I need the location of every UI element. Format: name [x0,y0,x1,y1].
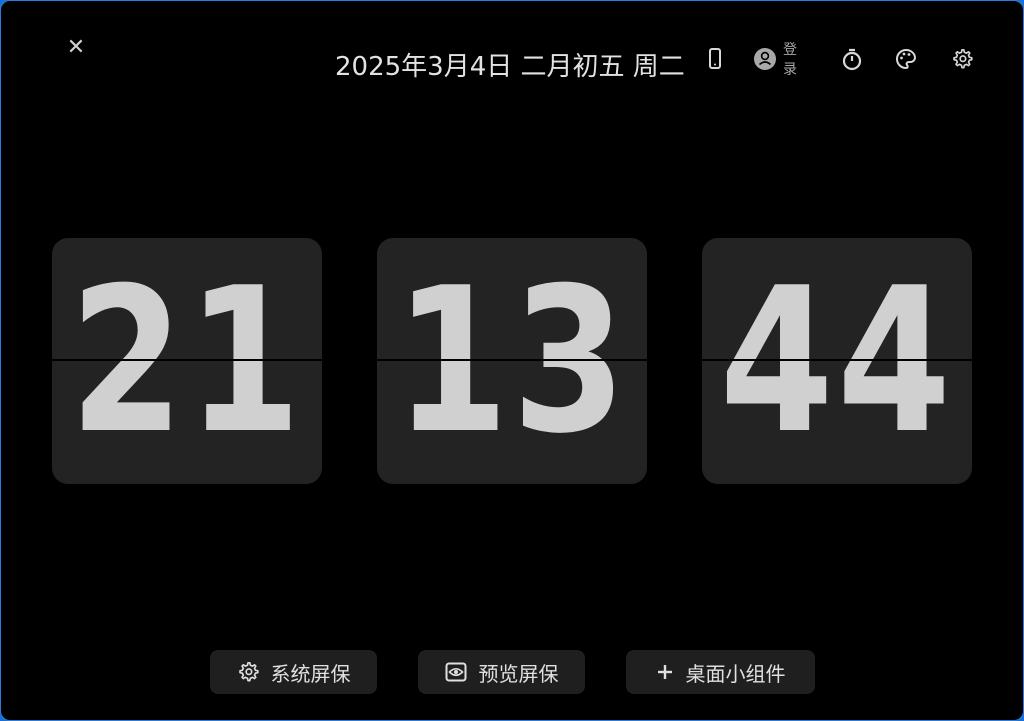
phone-icon [707,47,723,71]
phone-button[interactable] [707,45,723,73]
settings-button[interactable] [951,45,973,73]
hours-card: 21 [52,238,322,484]
timer-button[interactable] [841,45,863,73]
login-button[interactable]: 登录 [753,42,797,78]
system-screensaver-label: 系统屏保 [270,661,351,686]
system-screensaver-button[interactable]: 系统屏保 [210,650,377,694]
minutes-card: 13 [377,238,647,484]
preview-screensaver-label: 预览屏保 [478,661,559,686]
close-icon: ✕ [66,35,86,60]
user-avatar-icon [753,47,777,71]
seconds-card: 44 [702,238,972,484]
card-split-line [377,359,647,361]
close-button[interactable]: ✕ [63,35,89,61]
desktop-widget-button[interactable]: 桌面小组件 [626,650,815,694]
desktop-widget-label: 桌面小组件 [685,661,786,686]
date-display: 2025年3月4日 二月初五 周二 [335,52,685,82]
card-split-line [702,359,972,361]
login-label: 登录 [783,42,797,78]
plus-icon [656,663,674,681]
card-split-line [52,359,322,361]
gear-icon [951,48,973,70]
theme-button[interactable] [895,45,917,73]
app-window: ✕ 2025年3月4日 二月初五 周二 登录 21 13 44 系统屏保 预览屏… [0,0,1024,721]
minutes-digits: 13 [394,244,630,478]
preview-eye-icon [445,662,467,682]
palette-icon [895,48,917,70]
preview-screensaver-button[interactable]: 预览屏保 [418,650,585,694]
hours-digits: 21 [69,244,305,478]
gear-icon [237,661,259,683]
seconds-digits: 44 [719,244,955,478]
timer-icon [841,47,863,71]
